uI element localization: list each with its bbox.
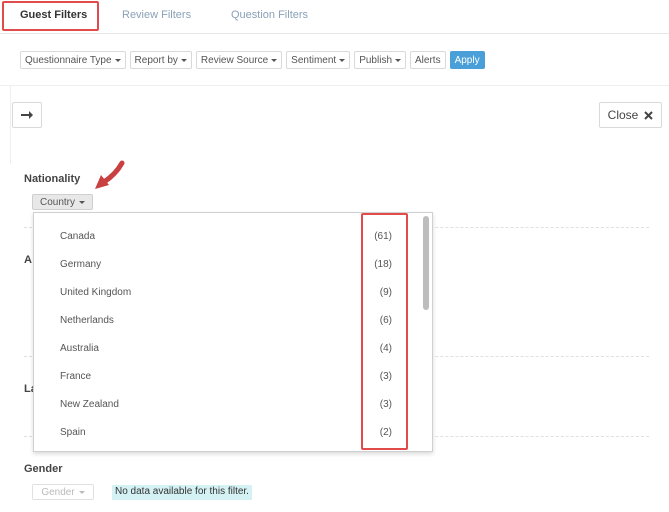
caret-down-icon (78, 490, 85, 494)
tab-guest-filters[interactable]: Guest Filters (20, 9, 87, 21)
gender-dropdown-label: Gender (41, 486, 75, 498)
caret-down-icon (79, 200, 85, 204)
gender-dropdown-button[interactable]: Gender (32, 484, 94, 500)
publish-dropdown[interactable]: Publish (354, 51, 407, 69)
country-dropdown-label: Country (39, 196, 75, 208)
divider (0, 85, 669, 86)
report-by-dropdown[interactable]: Report by (129, 51, 192, 69)
filter-tabs: Guest Filters Review Filters Question Fi… (0, 0, 669, 34)
caret-down-icon (114, 58, 121, 62)
tab-review-filters[interactable]: Review Filters (122, 9, 191, 21)
alerts-button[interactable]: Alerts (410, 51, 446, 69)
country-option-label: Canada (60, 231, 96, 242)
close-button[interactable]: Close (599, 102, 662, 128)
gender-title: Gender (24, 463, 63, 475)
close-icon (644, 110, 654, 120)
review-source-dropdown[interactable]: Review Source (195, 51, 283, 69)
caret-down-icon (339, 58, 346, 62)
sentiment-dropdown[interactable]: Sentiment (286, 51, 351, 69)
questionnaire-type-dropdown[interactable]: Questionnaire Type (20, 51, 126, 69)
sentiment-label: Sentiment (291, 54, 337, 66)
counts-highlight-box (361, 213, 408, 450)
country-option-label: United Kingdom (60, 287, 132, 298)
apply-label: Apply (454, 54, 480, 66)
questionnaire-type-label: Questionnaire Type (25, 54, 112, 66)
filter-toolbar: Questionnaire Type Report by Review Sour… (20, 51, 485, 69)
publish-label: Publish (359, 54, 393, 66)
country-option-label: Australia (60, 343, 99, 354)
country-option-label: Germany (60, 259, 102, 270)
divider (10, 86, 11, 164)
arrow-right-icon (21, 111, 33, 119)
nationality-title: Nationality (24, 173, 81, 185)
expand-arrow-button[interactable] (12, 102, 42, 128)
report-by-label: Report by (134, 54, 178, 66)
caret-down-icon (395, 58, 402, 62)
caret-down-icon (180, 58, 187, 62)
country-dropdown-button[interactable]: Country (32, 194, 93, 210)
country-option-label: New Zealand (60, 399, 119, 410)
tab-question-filters[interactable]: Question Filters (231, 9, 308, 21)
close-label: Close (607, 108, 639, 122)
review-source-label: Review Source (200, 54, 269, 66)
country-option-label: France (60, 371, 92, 382)
apply-button[interactable]: Apply (449, 51, 485, 69)
age-title-partial: A (24, 254, 32, 266)
no-data-message: No data available for this filter. (112, 485, 252, 500)
country-option-label: Spain (60, 427, 86, 438)
alerts-label: Alerts (415, 54, 441, 66)
dropdown-scrollbar-thumb[interactable] (423, 216, 429, 310)
annotation-arrow-icon (95, 160, 125, 189)
caret-down-icon (271, 58, 278, 62)
country-option-label: Netherlands (60, 315, 114, 326)
